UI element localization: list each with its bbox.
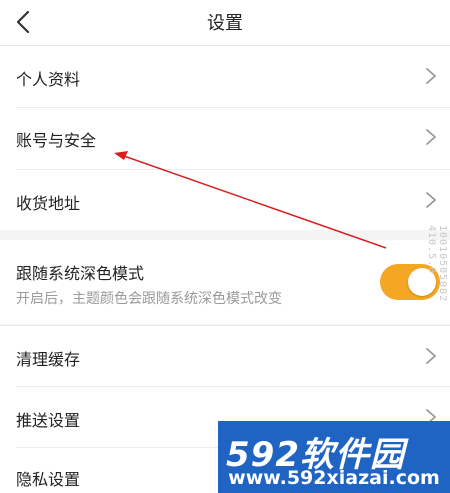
chevron-right-icon [426, 129, 436, 145]
settings-item-account-security[interactable]: 账号与安全 [0, 108, 450, 169]
watermark-logo: 592软件园 [218, 421, 450, 475]
settings-item-label: 账号与安全 [16, 131, 97, 150]
dark-mode-description: 开启后，主题颜色会跟随系统深色模式改变 [16, 291, 282, 307]
settings-item-label: 个人资料 [16, 70, 81, 89]
settings-item-clear-cache[interactable]: 清理缓存 [0, 326, 450, 386]
settings-item-label: 隐私设置 [16, 470, 81, 489]
chevron-right-icon [426, 348, 436, 364]
navigation-bar: 设置 [0, 0, 450, 46]
chevron-right-icon [426, 68, 436, 84]
settings-item-label: 清理缓存 [16, 350, 81, 369]
settings-item-label: 推送设置 [16, 411, 81, 430]
settings-item-label: 收货地址 [16, 194, 81, 213]
chevron-right-icon [426, 192, 436, 208]
watermark-banner: 592软件园 www.592xiazai.com [218, 421, 450, 493]
watermark-url: www.592xiazai.com [228, 467, 440, 489]
account-section: 个人资料 账号与安全 收货地址 [0, 46, 450, 230]
dark-mode-label: 跟随系统深色模式 [16, 264, 145, 283]
settings-item-shipping-address[interactable]: 收货地址 [0, 170, 450, 230]
page-title: 设置 [207, 13, 243, 34]
settings-item-profile[interactable]: 个人资料 [0, 46, 450, 107]
side-watermark: 10010505082 410.5.0 [426, 225, 448, 303]
settings-page: 设置 个人资料 账号与安全 收货地址 跟随系统深色模式 开启后，主题颜色会跟随系… [0, 0, 450, 493]
